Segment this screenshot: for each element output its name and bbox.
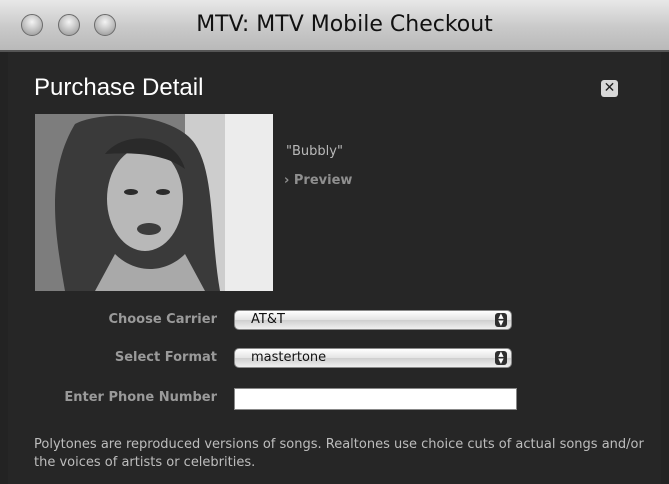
updown-arrows-icon: ▲ ▼: [495, 313, 507, 327]
chevron-right-icon: ›: [284, 173, 290, 188]
carrier-label: Choose Carrier: [108, 312, 217, 327]
updown-arrows-icon: ▲ ▼: [495, 351, 507, 365]
page-title: Purchase Detail: [34, 74, 204, 101]
artist-photo-graphic: [35, 114, 273, 291]
window-title: MTV: MTV Mobile Checkout: [196, 12, 493, 37]
artist-photo: [35, 114, 273, 291]
song-title: "Bubbly": [286, 144, 343, 159]
purchase-panel: Purchase Detail ✕ "Bubbly" › Preview Cho…: [8, 52, 661, 484]
format-description: Polytones are reproduced versions of son…: [34, 437, 644, 470]
title-bar: MTV: MTV Mobile Checkout: [0, 0, 669, 52]
format-label: Select Format: [114, 350, 217, 365]
format-value: mastertone: [251, 350, 327, 365]
phone-label: Enter Phone Number: [64, 390, 217, 405]
preview-link[interactable]: › Preview: [284, 173, 352, 188]
preview-label: Preview: [293, 173, 353, 188]
phone-number-input[interactable]: [234, 388, 517, 410]
format-select[interactable]: mastertone ▲ ▼: [234, 348, 512, 368]
carrier-select[interactable]: AT&T ▲ ▼: [234, 310, 512, 330]
close-icon[interactable]: ✕: [601, 80, 618, 97]
carrier-value: AT&T: [251, 312, 285, 327]
checkout-window: MTV: MTV Mobile Checkout Purchase Detail…: [0, 0, 669, 484]
